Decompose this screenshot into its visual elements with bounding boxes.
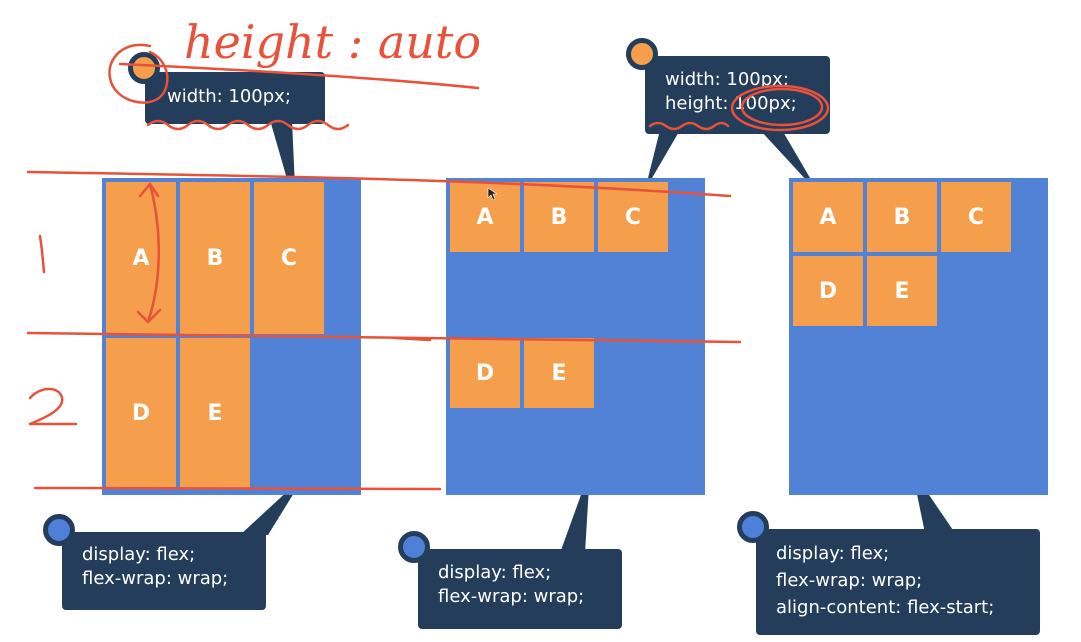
row-guide-line bbox=[26, 170, 732, 198]
row-guide-line bbox=[33, 486, 442, 491]
wavy-underline bbox=[146, 119, 350, 131]
marker-circle bbox=[108, 43, 169, 104]
height-underline bbox=[648, 121, 730, 131]
value-circle bbox=[740, 87, 824, 127]
value-circle bbox=[730, 84, 830, 132]
flex-wrap-diagram: A B C D E A B C D E A B C D E width: 100… bbox=[0, 0, 1081, 642]
handwritten-note: height : auto bbox=[184, 15, 481, 69]
row-number-2 bbox=[28, 387, 78, 426]
height-arrow bbox=[146, 182, 160, 324]
height-arrow-head bbox=[138, 182, 160, 198]
pen-annotations: height : auto bbox=[26, 15, 830, 491]
row-guide-line bbox=[26, 331, 742, 344]
row-number-1 bbox=[38, 234, 46, 274]
mouse-cursor-icon bbox=[487, 187, 498, 201]
